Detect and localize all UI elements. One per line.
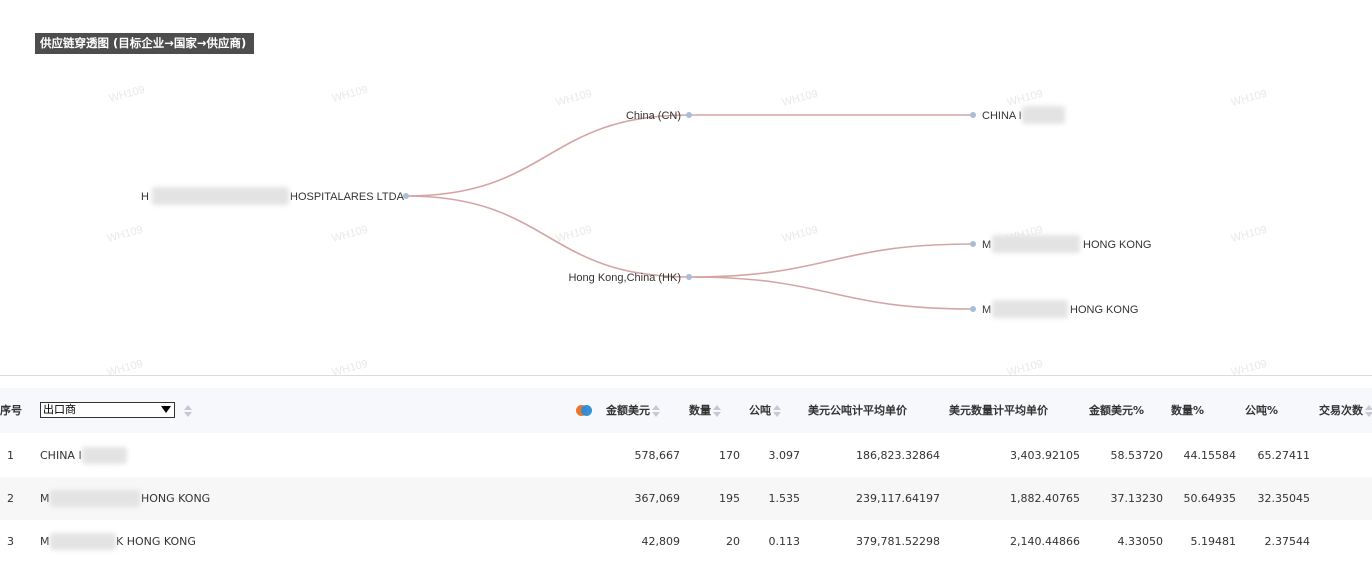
redaction-blur — [992, 300, 1068, 318]
cell-tonnes: 1.535 — [768, 492, 801, 505]
col-amount-pct-header: 金额美元% — [1089, 404, 1145, 417]
sort-icon[interactable] — [713, 405, 721, 417]
redaction-blur — [50, 490, 140, 507]
watermark: WH109 — [1230, 88, 1269, 109]
cell-amount-pct: 37.13230 — [1110, 492, 1164, 505]
watermark: WH109 — [555, 88, 594, 109]
cell-name-prefix: M — [40, 492, 50, 505]
col-avg-qty-header: 美元数量计平均单价 — [949, 404, 1048, 417]
cell-tonnes: 0.113 — [768, 535, 801, 548]
watermark: WH109 — [555, 224, 594, 245]
watermark: WH109 — [1006, 358, 1045, 375]
cell-tonnes: 3.097 — [768, 449, 801, 462]
supplier-label-3-prefix: M — [982, 304, 991, 316]
cell-index: 2 — [7, 492, 14, 505]
cell-name: CHINA I — [40, 449, 82, 462]
node-supplier-3[interactable] — [970, 306, 976, 312]
redaction-blur — [82, 447, 127, 464]
col-name-sort[interactable] — [182, 388, 192, 433]
cell-avg-tonne: 239,117.64197 — [856, 492, 940, 505]
sort-icon[interactable] — [652, 405, 660, 417]
cell-index: 1 — [7, 449, 14, 462]
cell-avg-qty: 1,882.40765 — [1010, 492, 1080, 505]
col-tonnes-header[interactable]: 公吨 — [749, 388, 781, 433]
party-type-select[interactable]: 出口商 — [40, 402, 175, 418]
sort-icon[interactable] — [1365, 405, 1372, 417]
supplier-label-3-suffix: HONG KONG — [1070, 304, 1138, 316]
cell-quantity: 20 — [726, 535, 740, 548]
cell-quantity-pct: 50.64935 — [1183, 492, 1237, 505]
watermark: WH109 — [781, 224, 820, 245]
party-type-select-value: 出口商 — [43, 403, 76, 416]
col-quantity-header[interactable]: 数量 — [689, 388, 721, 433]
node-supplier-1[interactable] — [970, 112, 976, 118]
watermark: WH109 — [781, 88, 820, 109]
edge-root-cn — [405, 114, 690, 197]
cell-name-prefix: M — [40, 535, 50, 548]
node-supplier-2[interactable] — [970, 241, 976, 247]
redaction-blur — [152, 187, 289, 205]
watermark: WH109 — [106, 358, 145, 375]
cell-tonnes-pct: 65.27411 — [1257, 449, 1311, 462]
chart-toggle-icon[interactable] — [575, 404, 593, 417]
watermark: WH109 — [1230, 358, 1269, 375]
cell-amount: 367,069 — [634, 492, 681, 505]
cell-tonnes-pct: 32.35045 — [1257, 492, 1311, 505]
cell-amount-pct: 4.33050 — [1117, 535, 1164, 548]
cell-index: 3 — [7, 535, 14, 548]
cell-quantity-pct: 5.19481 — [1190, 535, 1237, 548]
col-transactions-header[interactable]: 交易次数 — [1319, 388, 1372, 433]
cell-amount-pct: 58.53720 — [1110, 449, 1164, 462]
cell-amount: 578,667 — [634, 449, 681, 462]
root-label-prefix: H — [141, 191, 149, 203]
cell-avg-qty: 2,140.44866 — [1010, 535, 1080, 548]
col-quantity-pct-header: 数量% — [1171, 404, 1205, 417]
cell-avg-qty: 3,403.92105 — [1010, 449, 1080, 462]
sort-icon[interactable] — [184, 405, 192, 417]
watermark: WH109 — [1230, 224, 1269, 245]
watermark-layer: WH109 WH109 WH109 WH109 WH109 WH109 WH10… — [106, 84, 1269, 375]
col-tonnes-pct-header: 公吨% — [1245, 404, 1279, 417]
table-row[interactable]: 1 CHINA I 578,667 170 3.097 186,823.3286… — [0, 434, 1372, 477]
sort-icon[interactable] — [773, 405, 781, 417]
cell-quantity-pct: 44.15584 — [1183, 449, 1237, 462]
edge-hk-supplier3 — [688, 276, 974, 310]
watermark: WH109 — [331, 84, 370, 105]
watermark: WH109 — [331, 224, 370, 245]
col-amount-header[interactable]: 金额美元 — [606, 388, 660, 433]
country-label-cn: China (CN) — [626, 110, 681, 122]
col-index-header: 序号 — [0, 404, 22, 417]
table-row[interactable]: 3 M K HONG KONG 42,809 20 0.113 379,781.… — [0, 520, 1372, 563]
watermark: WH109 — [331, 358, 370, 375]
section-divider — [0, 375, 1372, 376]
node-country-cn[interactable] — [686, 112, 692, 118]
supplier-label-2-suffix: HONG KONG — [1083, 239, 1151, 251]
cell-amount: 42,809 — [641, 535, 681, 548]
root-label-suffix: HOSPITALARES LTDA — [290, 191, 405, 203]
col-avg-tonne-header: 美元公吨计平均单价 — [808, 404, 907, 417]
redaction-blur — [50, 533, 116, 550]
watermark: WH109 — [108, 84, 147, 105]
edge-root-hk — [405, 195, 690, 278]
cell-name-suffix: HONG KONG — [141, 492, 211, 505]
cell-quantity: 195 — [719, 492, 740, 505]
table-header: 序号 金额美元 数量 公吨 美元公吨计平均单价 美元数量计平均单价 金额美元% … — [0, 388, 1372, 433]
cell-avg-tonne: 379,781.52298 — [856, 535, 940, 548]
node-country-hk[interactable] — [686, 274, 692, 280]
edge-hk-supplier2 — [688, 243, 974, 278]
cell-tonnes-pct: 2.37544 — [1264, 535, 1311, 548]
supplier-label-2-prefix: M — [982, 239, 991, 251]
table-row[interactable]: 2 M HONG KONG 367,069 195 1.535 239,117.… — [0, 477, 1372, 520]
cell-quantity: 170 — [719, 449, 740, 462]
redaction-blur — [992, 235, 1080, 253]
supplier-label-1-prefix: CHINA I — [982, 110, 1022, 122]
cell-name-suffix: K HONG KONG — [116, 535, 196, 548]
redaction-blur — [1022, 106, 1065, 124]
country-label-hk: Hong Kong,China (HK) — [568, 272, 681, 284]
chevron-down-icon — [161, 406, 171, 413]
cell-avg-tonne: 186,823.32864 — [856, 449, 940, 462]
watermark: WH109 — [106, 224, 145, 245]
